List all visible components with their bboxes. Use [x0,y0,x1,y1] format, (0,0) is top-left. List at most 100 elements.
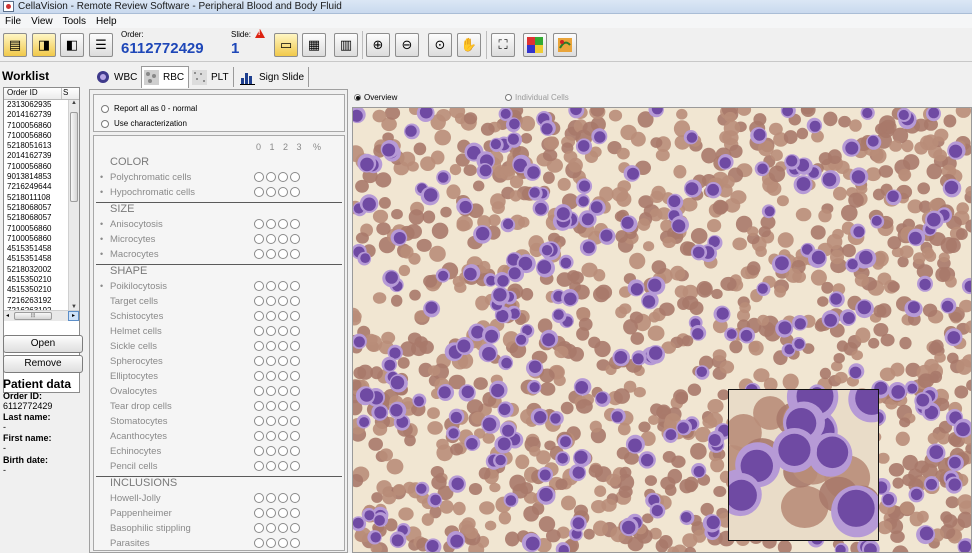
open-order-button[interactable]: ◨ [32,33,56,57]
zoom-out-button[interactable]: ⊖ [395,33,419,57]
grade-0-radio[interactable] [254,446,264,456]
overview-radio[interactable] [354,94,361,101]
compare-button[interactable]: ▦ [302,33,326,57]
grade-3-radio[interactable] [290,219,300,229]
grade-0-radio[interactable] [254,416,264,426]
menu-view[interactable]: View [26,16,58,27]
grade-2-radio[interactable] [278,326,288,336]
grade-1-radio[interactable] [266,371,276,381]
report-normal-radio[interactable] [101,104,109,113]
grade-3-radio[interactable] [290,311,300,321]
worklist-vertical-scrollbar[interactable]: ▲ ▼ [68,100,79,310]
hscroll-thumb[interactable]: ⦙⦙⦙ [14,312,52,320]
grade-0-radio[interactable] [254,311,264,321]
worklist-row[interactable]: 7100056860 [4,224,69,234]
grade-0-radio[interactable] [254,249,264,259]
scroll-left-icon[interactable]: ◂ [4,311,9,321]
grade-3-radio[interactable] [290,281,300,291]
worklist-row[interactable]: 4515351458 [4,244,69,254]
grade-1-radio[interactable] [266,461,276,471]
grade-3-radio[interactable] [290,538,300,548]
worklist-row[interactable]: 7100056860 [4,162,69,172]
grade-3-radio[interactable] [290,461,300,471]
worklist-row[interactable]: 7216263192 [4,296,69,306]
worklist-row[interactable]: 4515351458 [4,254,69,264]
grade-1-radio[interactable] [266,386,276,396]
grade-3-radio[interactable] [290,431,300,441]
use-characterization-option[interactable]: Use characterization [101,119,187,128]
worklist-horizontal-scrollbar[interactable]: ◂ ⦙⦙⦙ ▸ [4,310,79,321]
grade-2-radio[interactable] [278,281,288,291]
use-characterization-radio[interactable] [101,119,109,128]
report-button[interactable]: ☰ [89,33,113,57]
menu-file[interactable]: File [0,16,26,27]
grade-2-radio[interactable] [278,311,288,321]
grade-2-radio[interactable] [278,523,288,533]
grade-2-radio[interactable] [278,508,288,518]
grade-1-radio[interactable] [266,326,276,336]
grade-1-radio[interactable] [266,234,276,244]
grade-1-radio[interactable] [266,356,276,366]
worklist-row[interactable]: 7100056860 [4,234,69,244]
grade-3-radio[interactable] [290,371,300,381]
grade-1-radio[interactable] [266,508,276,518]
grade-0-radio[interactable] [254,523,264,533]
grade-0-radio[interactable] [254,508,264,518]
grade-2-radio[interactable] [278,356,288,366]
zoom-fit-button[interactable]: ⊙ [428,33,452,57]
grade-0-radio[interactable] [254,187,264,197]
individual-cells-radio[interactable] [505,94,512,101]
grade-0-radio[interactable] [254,401,264,411]
open-worklist-button[interactable]: ▤ [3,33,27,57]
grade-3-radio[interactable] [290,493,300,503]
grade-3-radio[interactable] [290,341,300,351]
column-status[interactable]: S [62,88,70,99]
worklist-row[interactable]: 5218011108 [4,193,69,203]
grade-1-radio[interactable] [266,296,276,306]
grade-1-radio[interactable] [266,416,276,426]
blood-smear-image[interactable] [352,107,972,553]
grade-0-radio[interactable] [254,234,264,244]
grade-1-radio[interactable] [266,341,276,351]
grade-1-radio[interactable] [266,311,276,321]
tab-plt[interactable]: PLT [190,67,234,87]
worklist-row[interactable]: 4515350210 [4,285,69,295]
scroll-right-icon[interactable]: ▸ [68,311,79,321]
grade-2-radio[interactable] [278,249,288,259]
worklist-row[interactable]: 5218051613 [4,141,69,151]
worklist-row[interactable]: 2313062935 [4,100,69,110]
zoom-in-button[interactable]: ⊕ [366,33,390,57]
statistics-button[interactable]: ▥ [334,33,358,57]
individual-cells-option[interactable]: Individual Cells [505,93,569,102]
tab-wbc[interactable]: WBC [93,67,143,87]
grade-0-radio[interactable] [254,356,264,366]
blood-smear-overview[interactable] [353,108,972,553]
grade-3-radio[interactable] [290,326,300,336]
grade-2-radio[interactable] [278,493,288,503]
grade-2-radio[interactable] [278,172,288,182]
folder-open-button[interactable]: ▭ [274,33,298,57]
grade-2-radio[interactable] [278,219,288,229]
worklist-row[interactable]: 7100056860 [4,131,69,141]
worklist-row[interactable]: 7100056860 [4,121,69,131]
grade-0-radio[interactable] [254,431,264,441]
tab-rbc[interactable]: RBC [141,66,190,88]
menu-tools[interactable]: Tools [58,16,91,27]
grade-0-radio[interactable] [254,461,264,471]
grade-1-radio[interactable] [266,431,276,441]
grade-2-radio[interactable] [278,187,288,197]
worklist-row[interactable]: 9013814853 [4,172,69,182]
grade-3-radio[interactable] [290,187,300,197]
grade-1-radio[interactable] [266,523,276,533]
grade-2-radio[interactable] [278,446,288,456]
grade-2-radio[interactable] [278,538,288,548]
tab-sign-slide[interactable]: Sign Slide [238,67,310,87]
grade-1-radio[interactable] [266,219,276,229]
grade-1-radio[interactable] [266,538,276,548]
grade-2-radio[interactable] [278,416,288,426]
grade-1-radio[interactable] [266,187,276,197]
grade-3-radio[interactable] [290,523,300,533]
grade-0-radio[interactable] [254,172,264,182]
color-adjust-button[interactable] [523,33,547,57]
grade-3-radio[interactable] [290,401,300,411]
